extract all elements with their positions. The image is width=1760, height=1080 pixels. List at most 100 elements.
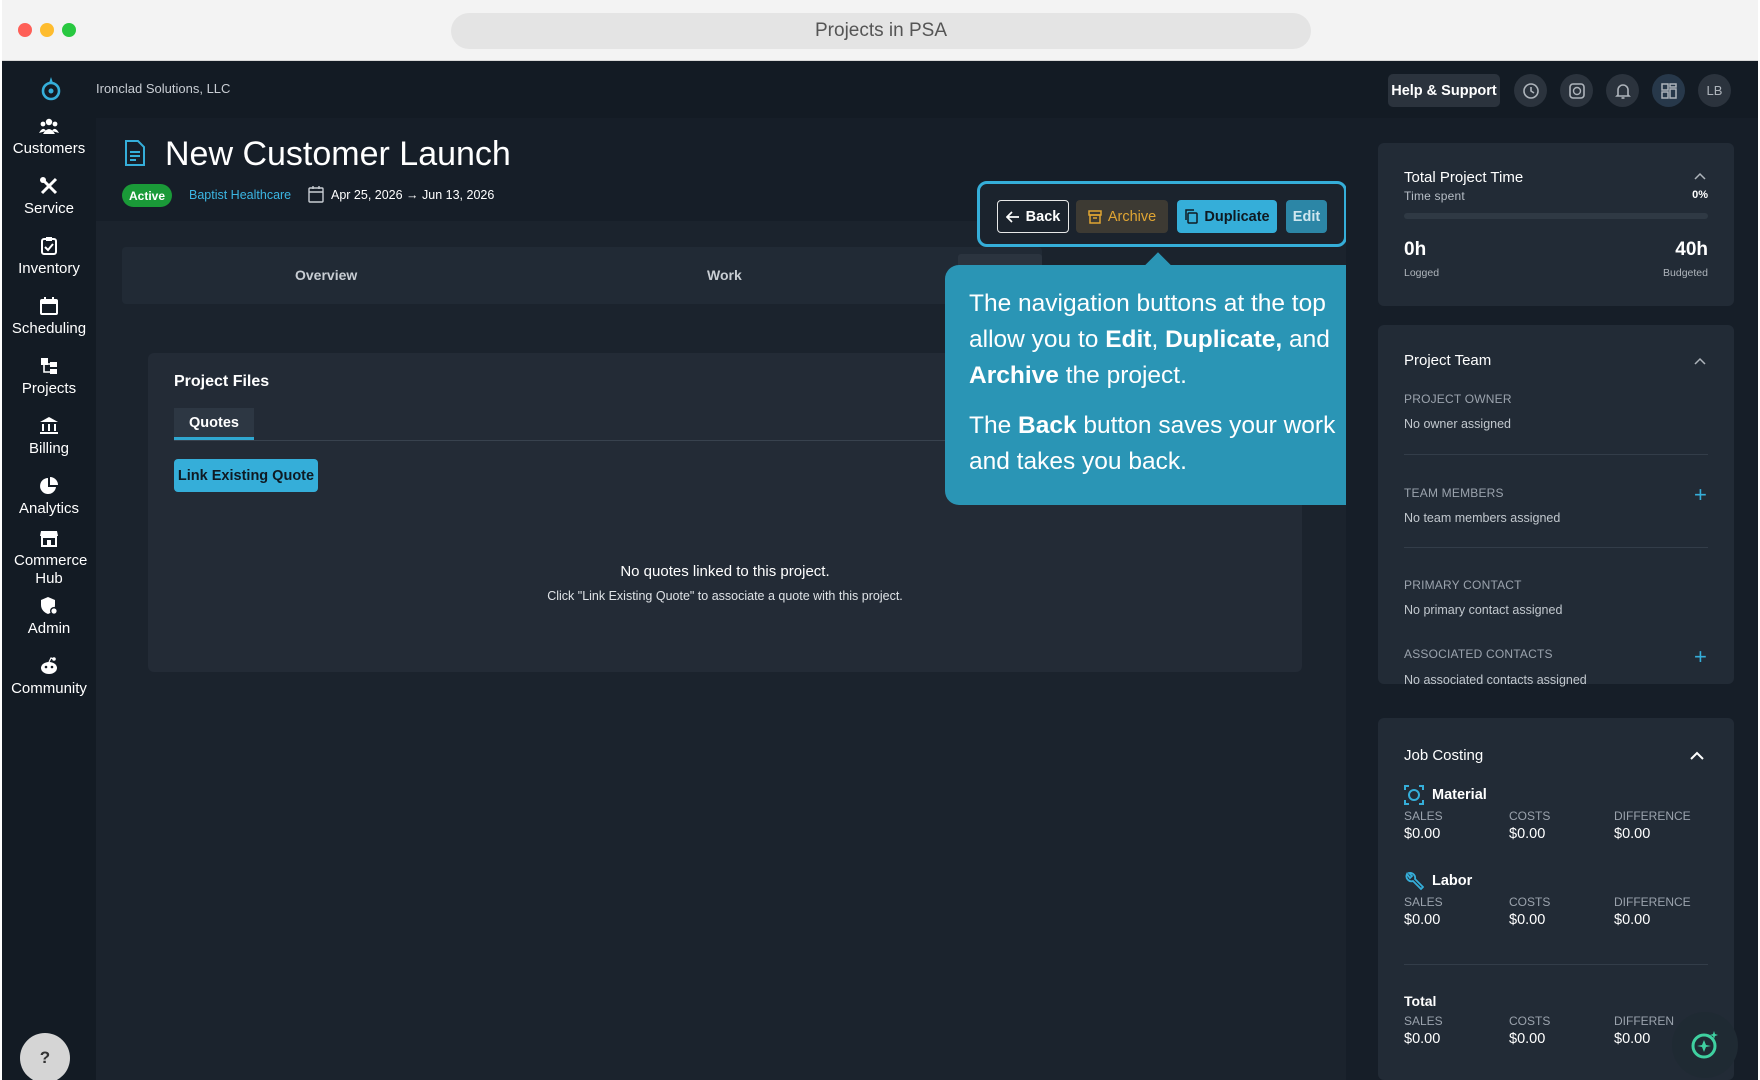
document-icon [125, 140, 145, 166]
history-button[interactable] [1514, 74, 1547, 107]
costing-card-title: Job Costing [1404, 747, 1484, 764]
browser-titlebar: Projects in PSA [2, 0, 1758, 61]
link-existing-quote-button[interactable]: Link Existing Quote [174, 459, 318, 492]
nav-item-projects[interactable]: Projects [2, 356, 96, 397]
user-avatar[interactable]: LB [1698, 74, 1731, 107]
nav-item-billing[interactable]: Billing [2, 416, 96, 457]
nav-item-community[interactable]: Community [2, 656, 96, 697]
maximize-window-button[interactable] [62, 23, 76, 37]
divider [1404, 547, 1708, 548]
members-value: No team members assigned [1404, 511, 1561, 525]
tooltip-paragraph-2: The Back button saves your work and take… [969, 412, 1336, 475]
close-window-button[interactable] [18, 23, 32, 37]
add-team-member-button[interactable]: + [1694, 484, 1707, 506]
nav-item-service[interactable]: Service [2, 176, 96, 217]
nav-item-customers[interactable]: Customers [2, 116, 96, 157]
tab-overview[interactable]: Overview [295, 267, 357, 283]
admin-icon [41, 597, 58, 615]
chevron-up-icon[interactable] [1694, 357, 1706, 365]
nav-label: Billing [28, 440, 70, 457]
app-logo-icon[interactable] [38, 75, 64, 103]
associated-contacts-value: No associated contacts assigned [1404, 673, 1587, 687]
labor-sales: SALES $0.00 [1404, 895, 1443, 928]
tooltip-paragraph-1: The navigation buttons at the top allow … [969, 290, 1330, 389]
service-icon [40, 177, 58, 195]
material-sales: SALES $0.00 [1404, 809, 1443, 842]
primary-contact-label: PRIMARY CONTACT [1404, 578, 1522, 592]
right-panel: Total Project Time Time spent 0% 0h Logg… [1346, 118, 1758, 1080]
app-root: Customers Service Inventory Scheduling P… [2, 61, 1758, 1080]
help-fab-button[interactable]: ? [20, 1033, 70, 1080]
labor-costs: COSTS $0.00 [1509, 895, 1551, 928]
customers-icon [39, 118, 59, 134]
customer-link[interactable]: Baptist Healthcare [189, 188, 291, 202]
nav-item-analytics[interactable]: Analytics [2, 476, 96, 517]
edit-button[interactable]: Edit [1286, 200, 1327, 233]
back-label: Back [1025, 208, 1061, 225]
total-title: Total [1404, 993, 1437, 1009]
time-percent: 0% [1692, 189, 1708, 201]
total-sales: SALES $0.00 [1404, 1014, 1443, 1047]
left-nav: Customers Service Inventory Scheduling P… [2, 61, 96, 1080]
owner-value: No owner assigned [1404, 417, 1512, 431]
total-costs: COSTS $0.00 [1509, 1014, 1551, 1047]
nav-label: Community [11, 680, 87, 697]
empty-state-title: No quotes linked to this project. [620, 563, 830, 580]
material-costs: COSTS $0.00 [1509, 809, 1551, 842]
divider [1404, 454, 1708, 455]
duplicate-label: Duplicate [1204, 208, 1270, 225]
owner-label: PROJECT OWNER [1404, 392, 1512, 406]
nav-label: Inventory [18, 260, 80, 277]
tab-quotes[interactable]: Quotes [174, 408, 254, 440]
duplicate-button[interactable]: Duplicate [1177, 200, 1277, 233]
nav-label: Scheduling [11, 320, 87, 337]
nav-label: Customers [12, 140, 86, 157]
copy-icon [1185, 209, 1199, 224]
action-buttons-highlight: Back Archive Duplicate Edit [977, 181, 1347, 247]
nav-item-admin[interactable]: Admin [2, 596, 96, 637]
tab-work[interactable]: Work [707, 267, 742, 283]
nav-label: Commerce Hub [14, 552, 88, 587]
history-icon [1522, 82, 1539, 99]
total-difference: DIFFEREN $0.00 [1614, 1014, 1674, 1047]
logged-label: Logged [1404, 267, 1440, 279]
time-progress-bar [1404, 213, 1708, 219]
calendar-icon [308, 186, 324, 203]
labor-title: Labor [1432, 873, 1473, 889]
logged-value: 0h [1404, 239, 1427, 260]
archive-icon [1088, 209, 1102, 224]
add-associated-contact-button[interactable]: + [1694, 646, 1707, 668]
projects-icon [41, 358, 57, 374]
company-name: Ironclad Solutions, LLC [96, 81, 231, 96]
nav-item-inventory[interactable]: Inventory [2, 236, 96, 277]
wrench-icon [1405, 872, 1424, 891]
dashboard-button[interactable] [1652, 74, 1685, 107]
associated-contacts-label: ASSOCIATED CONTACTS [1404, 647, 1553, 661]
back-button[interactable]: Back [997, 200, 1069, 233]
material-title: Material [1432, 787, 1487, 803]
nav-item-scheduling[interactable]: Scheduling [2, 296, 96, 337]
nav-label: Admin [27, 620, 71, 637]
archive-button[interactable]: Archive [1076, 200, 1168, 233]
top-bar: Ironclad Solutions, LLC Help & Support L… [96, 61, 1758, 118]
project-time-card: Total Project Time Time spent 0% 0h Logg… [1378, 143, 1734, 306]
community-icon [41, 657, 57, 674]
divider [1404, 964, 1708, 965]
nav-item-commerce-hub[interactable]: Commerce Hub [2, 528, 96, 588]
analytics-icon [40, 477, 58, 494]
help-support-button[interactable]: Help & Support [1388, 74, 1500, 107]
address-bar[interactable]: Projects in PSA [451, 13, 1311, 49]
dashboard-icon [1660, 82, 1677, 99]
members-label: TEAM MEMBERS [1404, 486, 1504, 500]
timer-button[interactable] [1560, 74, 1593, 107]
material-icon [1404, 785, 1424, 805]
ai-assistant-button[interactable] [1672, 1012, 1738, 1078]
project-team-card: Project Team PROJECT OWNER No owner assi… [1378, 325, 1734, 687]
chevron-up-icon[interactable] [1694, 172, 1706, 180]
chevron-up-icon[interactable] [1690, 751, 1704, 761]
minimize-window-button[interactable] [40, 23, 54, 37]
status-badge: Active [122, 184, 173, 207]
notifications-button[interactable] [1606, 74, 1639, 107]
timer-icon [1568, 82, 1585, 99]
team-card-title: Project Team [1404, 352, 1492, 369]
